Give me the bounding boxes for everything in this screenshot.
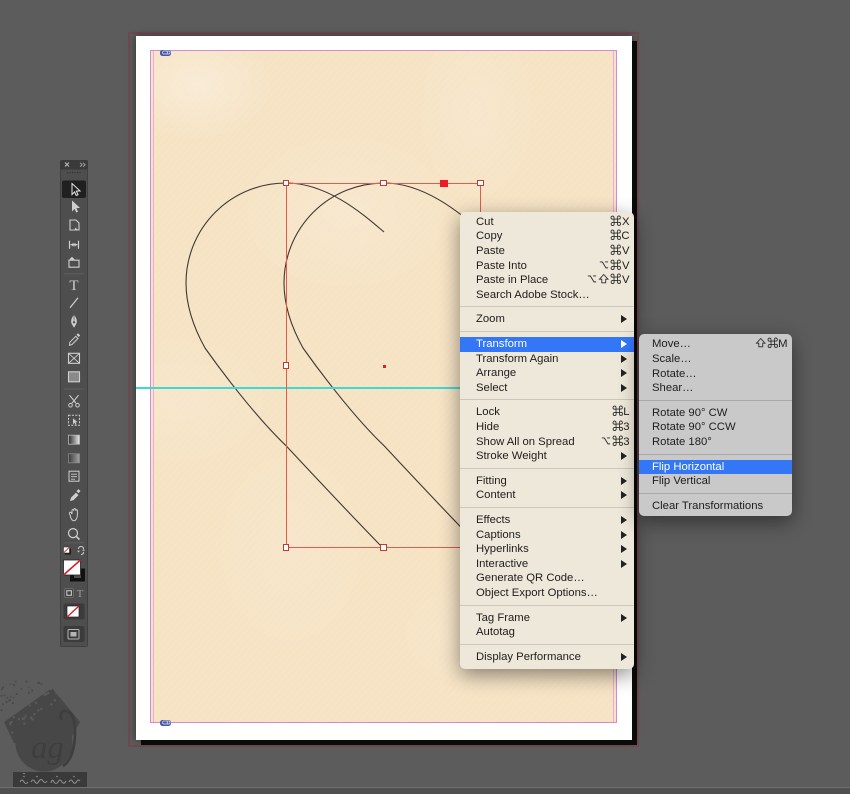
svg-text:ag: ag xyxy=(31,730,64,766)
svg-text:T: T xyxy=(69,277,78,293)
svg-text:T: T xyxy=(77,588,84,600)
